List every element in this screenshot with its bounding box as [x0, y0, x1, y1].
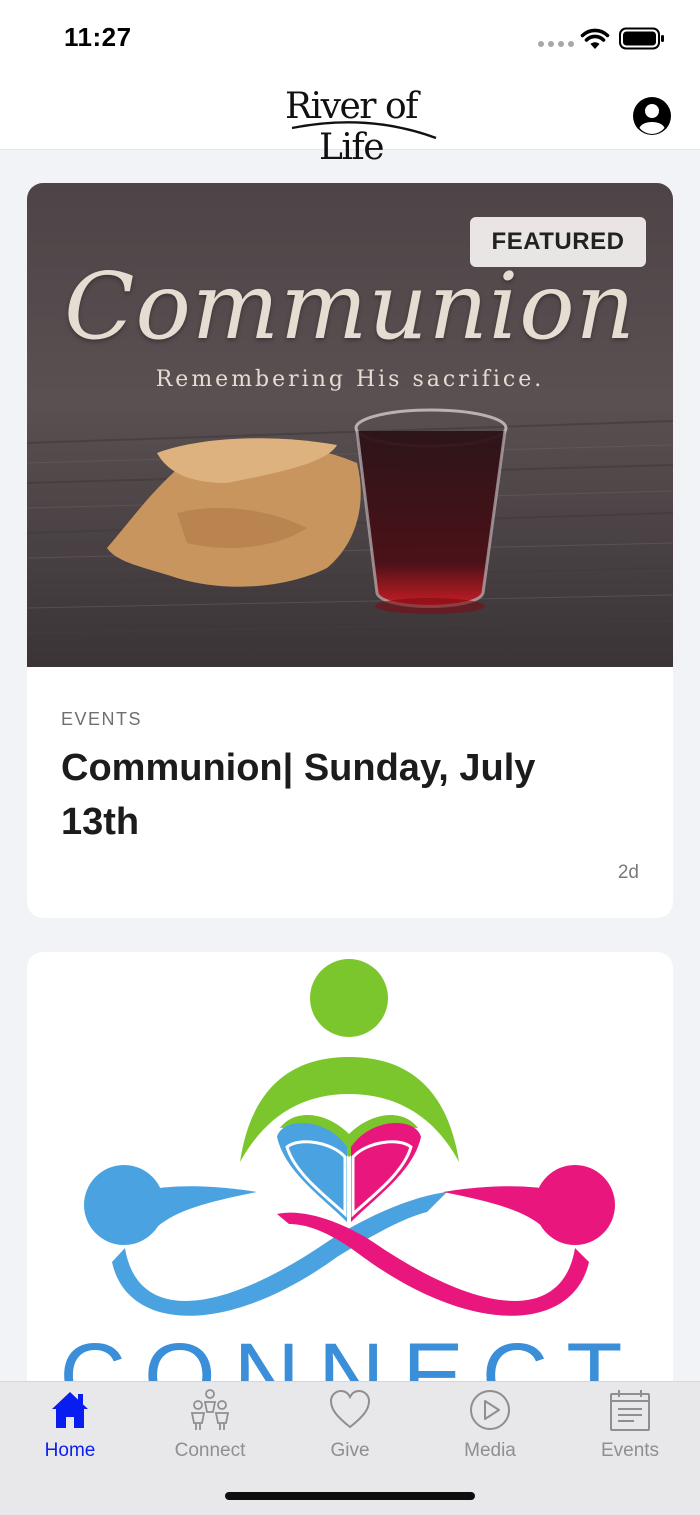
connect-logo-image [84, 959, 615, 1316]
tab-media[interactable]: Media [420, 1382, 560, 1472]
people-icon [190, 1389, 230, 1430]
heart-icon [329, 1389, 371, 1429]
hero-title-text: Communion [64, 253, 636, 360]
home-feed[interactable]: Communion Remembering His sacrifice. FEA… [0, 150, 700, 1381]
logo-swoosh [291, 121, 437, 140]
wifi-icon [580, 28, 610, 49]
river-of-life-logo[interactable]: River of Life [262, 84, 440, 168]
hero-subtitle-text: Remembering His sacrifice. [155, 367, 545, 392]
user-circle-icon[interactable] [632, 96, 672, 136]
card-category: EVENTS [61, 709, 143, 729]
calendar-icon [610, 1390, 650, 1431]
card-title[interactable]: Communion| Sunday, July 13th [61, 741, 621, 849]
connect-word: CONNECT [59, 1325, 641, 1381]
tab-give-label: Give [330, 1440, 370, 1461]
tab-media-label: Media [464, 1440, 516, 1461]
tab-events[interactable]: Events [560, 1382, 700, 1472]
connect-card[interactable]: CONNECT [27, 952, 673, 1381]
home-icon [52, 1392, 88, 1428]
app-header: River of Life [0, 78, 700, 168]
tab-events-label: Events [600, 1440, 660, 1461]
tab-connect[interactable]: Connect [140, 1382, 280, 1472]
tab-home-label: Home [44, 1440, 96, 1461]
status-time: 11:27 [64, 22, 132, 52]
cellular-signal-icon [538, 41, 574, 47]
tab-give[interactable]: Give [280, 1382, 420, 1472]
status-bar: 11:27 [0, 0, 700, 78]
featured-badge: FEATURED [470, 217, 646, 267]
home-indicator [225, 1492, 475, 1500]
play-circle-icon [470, 1390, 510, 1430]
battery-icon [619, 27, 664, 50]
tab-home[interactable]: Home [0, 1382, 140, 1472]
featured-event-card[interactable]: Communion Remembering His sacrifice. FEA… [27, 183, 673, 918]
card-timestamp: 2d [617, 862, 639, 883]
communion-hero-image: Communion Remembering His sacrifice. FEA… [27, 183, 673, 667]
tab-connect-label: Connect [174, 1440, 246, 1461]
